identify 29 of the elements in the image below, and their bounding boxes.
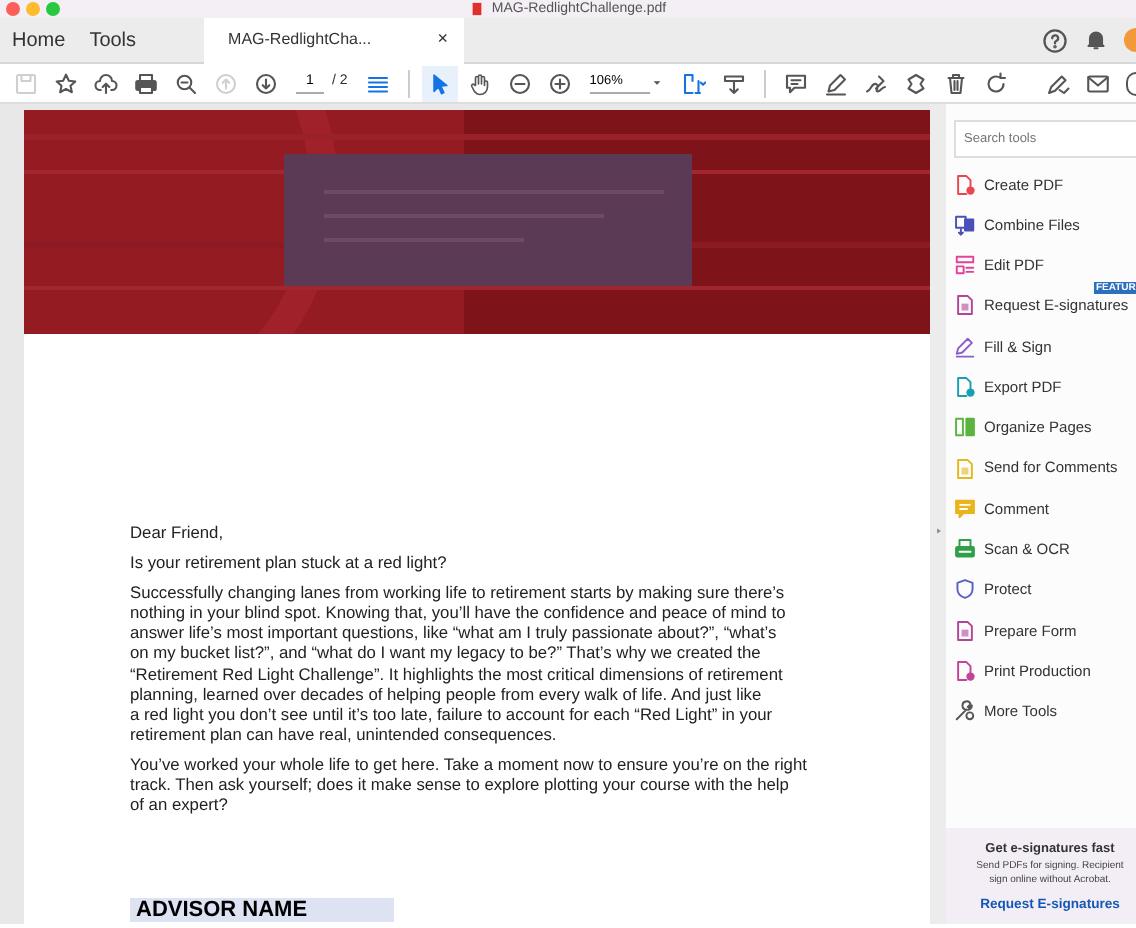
pdf-file-icon xyxy=(469,2,484,16)
question-text: Is your retirement plan stuck at a red light? xyxy=(130,552,449,573)
tab[interactable]: Home xyxy=(0,17,78,63)
document-icon xyxy=(954,457,976,480)
body-paragraph: Successfully changing lanes from working life to retirement starts by making sure there’s nothing in your blind spot. Knowing that, you’ll have the confidence and peace of mind to answer life’s most important questions, like “what am I truly passionate about?”, “what’s on my bucket list?”, and “what do I want my legacy to be?” That’s why we created the “Retirement Red Light Challenge”. It highlights the most critical dimensions of retirement planning, learned over decades of helping people from every walk of life. And just like a red light you don’t see until it’s too late, failure to account for each “Red Light” in your retirement plan can have real, unintended consequences. xyxy=(130,582,788,744)
comment-icon xyxy=(954,497,976,520)
shield-icon xyxy=(954,578,976,601)
pages-icon xyxy=(954,416,976,439)
tab[interactable]: MAG-RedlightCha... × xyxy=(204,17,465,63)
body-paragraph: You’ve worked your whole life to get here. Take a moment now to ensure you’re on the right track. Then ask yourself; does it make sense to explore plotting your course with the help of an expert? xyxy=(130,753,809,815)
document-plus-icon xyxy=(954,173,976,196)
scanner-icon xyxy=(954,538,976,561)
help-icon[interactable] xyxy=(1042,27,1068,53)
document-plus-icon xyxy=(954,660,976,683)
pointer-icon[interactable] xyxy=(421,65,458,101)
caret-icon[interactable] xyxy=(649,76,664,90)
mail-icon[interactable] xyxy=(1086,71,1110,95)
document-plus-icon xyxy=(954,376,976,399)
edit-layout-icon xyxy=(954,254,976,277)
bell-icon[interactable] xyxy=(1084,28,1108,52)
close-icon[interactable]: × xyxy=(437,26,449,54)
combine-files-icon xyxy=(954,213,976,236)
greeting-text: Dear Friend, xyxy=(130,522,226,543)
tab[interactable]: Tools xyxy=(77,17,149,63)
pen-icon xyxy=(954,335,976,358)
document-icon xyxy=(954,619,976,642)
document-icon xyxy=(954,294,976,317)
pen-icon[interactable] xyxy=(1046,71,1070,95)
advisor-name-label: ADVISOR NAME xyxy=(130,898,394,923)
